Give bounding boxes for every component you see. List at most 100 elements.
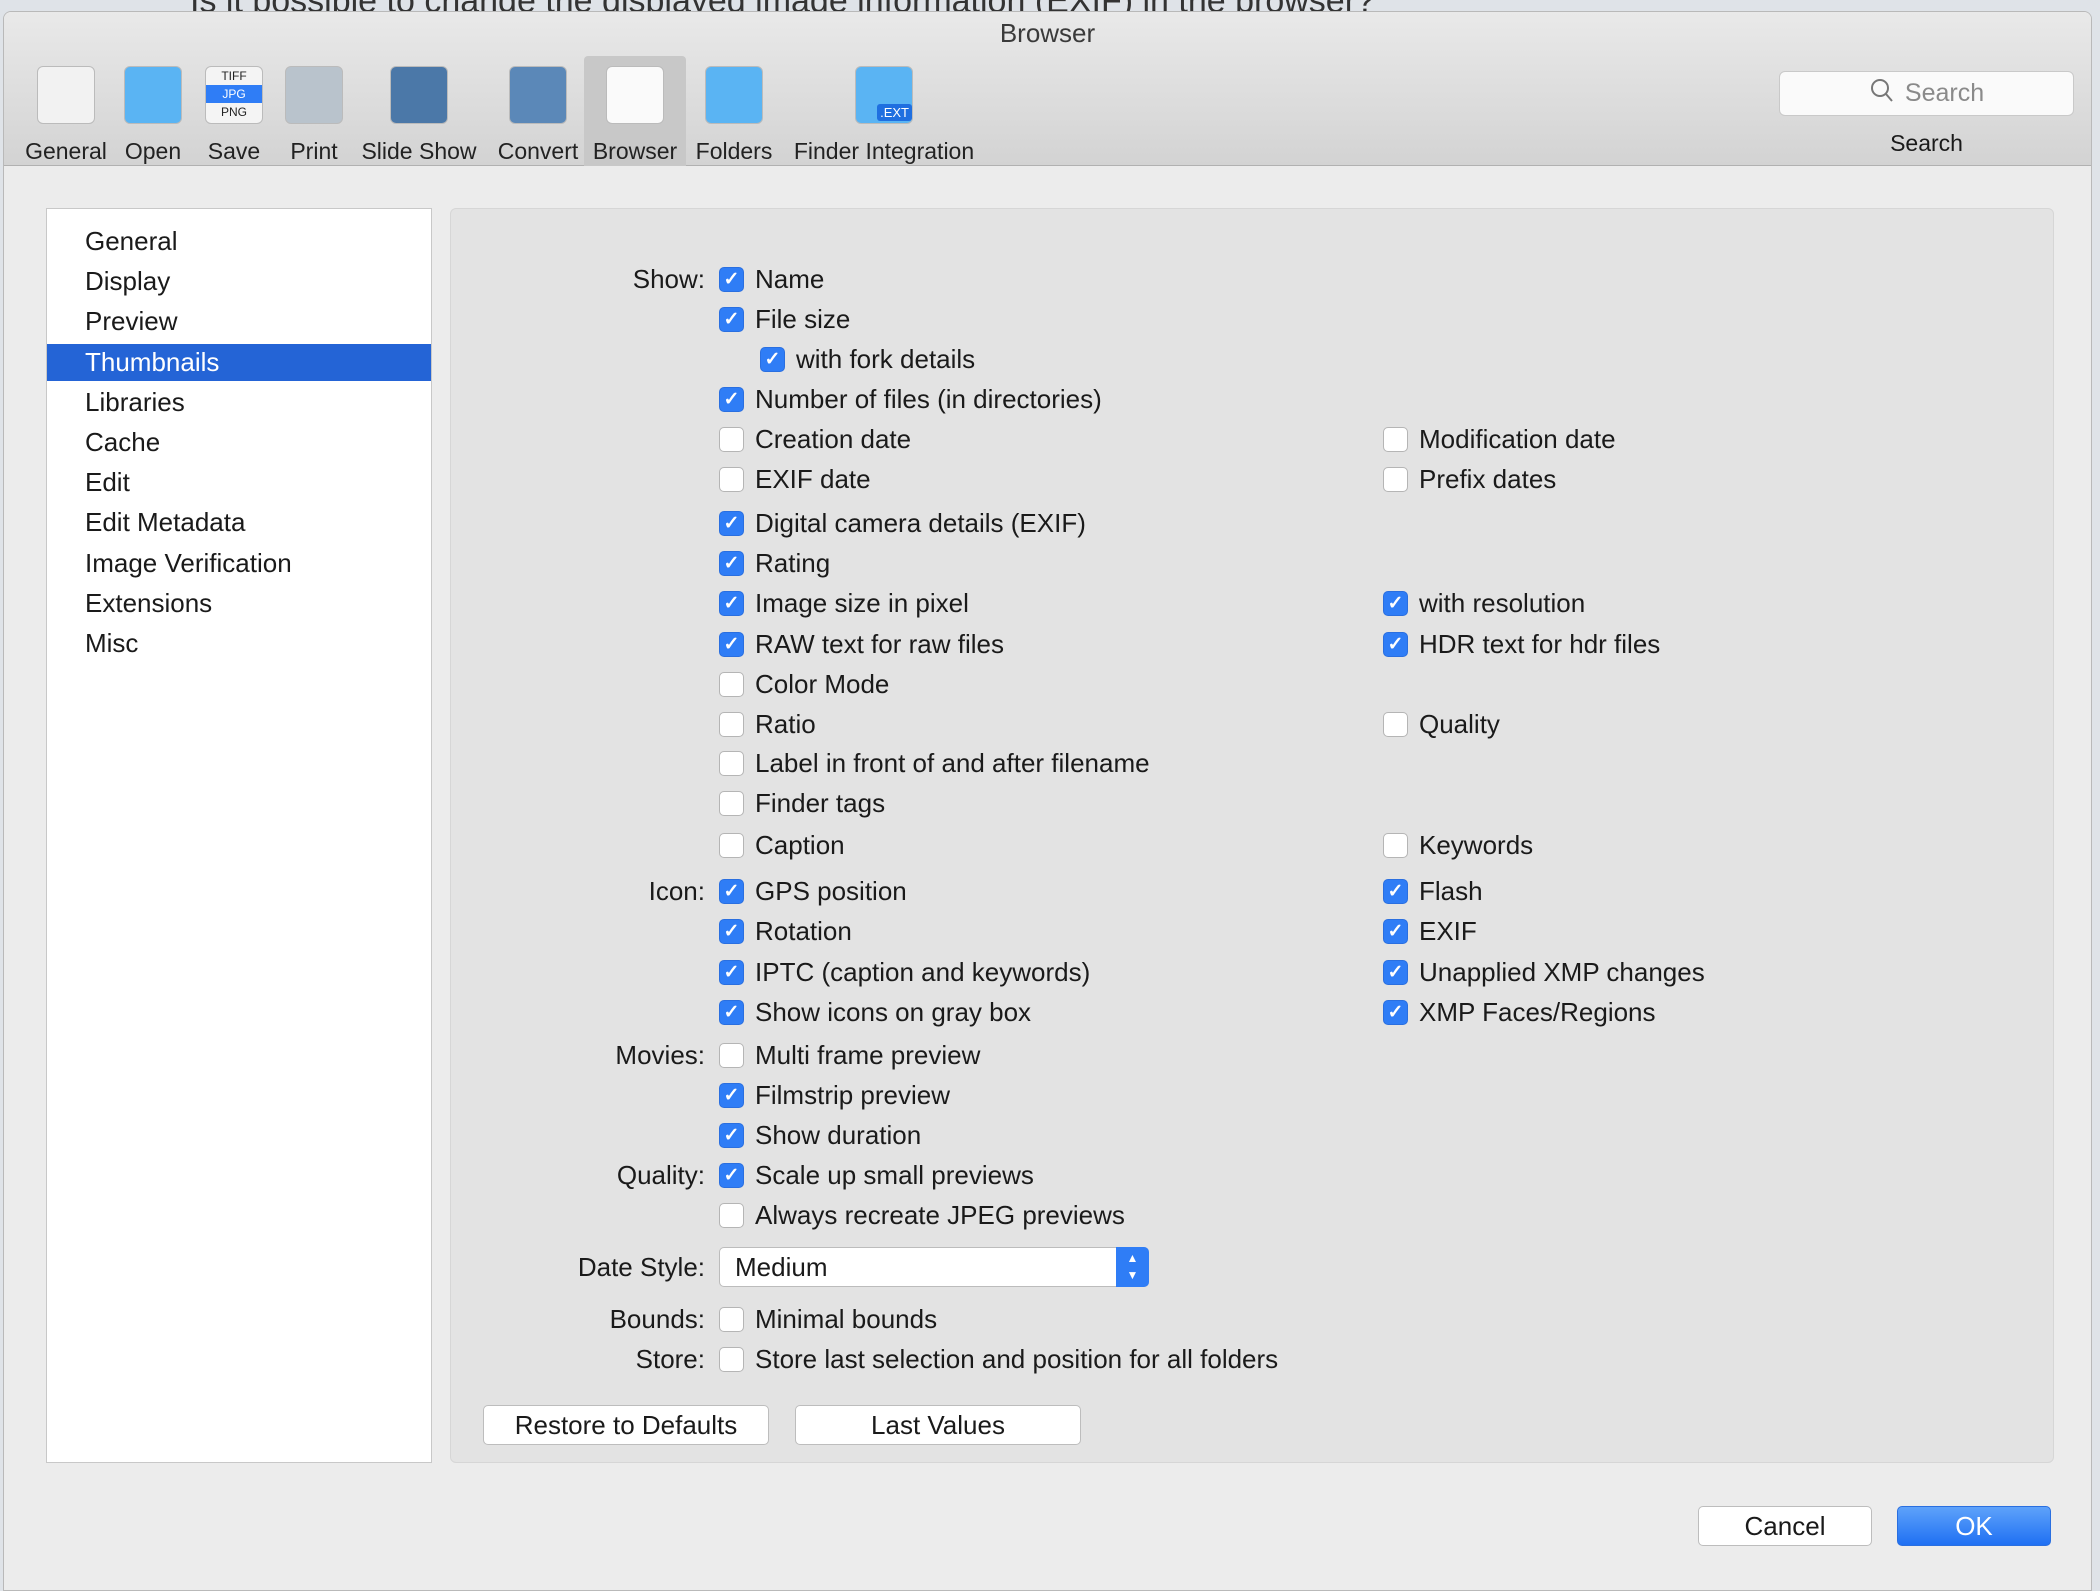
checkbox-scale-up-small-previews[interactable]: ✓ Scale up small previews bbox=[719, 1158, 1034, 1192]
sidebar-item-general[interactable]: General bbox=[47, 223, 431, 260]
checkbox-name[interactable]: ✓ Name bbox=[719, 262, 824, 296]
checkmark-icon[interactable]: ✓ bbox=[1383, 878, 1408, 904]
sidebar-item-image-verification[interactable]: Image Verification bbox=[47, 545, 431, 582]
toolbar-item-folders[interactable]: Folders bbox=[690, 56, 778, 166]
checkbox-file-size[interactable]: ✓ File size bbox=[719, 302, 850, 336]
checkbox-rotation[interactable]: ✓ Rotation bbox=[719, 914, 852, 948]
checkmark-icon[interactable]: ✓ bbox=[1383, 959, 1408, 985]
checkbox-unapplied-xmp-changes[interactable]: ✓ Unapplied XMP changes bbox=[1383, 955, 1705, 989]
sidebar-item-libraries[interactable]: Libraries bbox=[47, 384, 431, 421]
checkmark-icon[interactable]: ✓ bbox=[1383, 999, 1408, 1025]
checkbox-box[interactable] bbox=[719, 832, 744, 858]
checkbox-ratio[interactable]: Ratio bbox=[719, 707, 816, 741]
checkmark-icon[interactable]: ✓ bbox=[719, 1162, 744, 1188]
checkbox-box[interactable] bbox=[719, 426, 744, 452]
sidebar-item-display[interactable]: Display bbox=[47, 263, 431, 300]
checkbox-prefix-dates[interactable]: Prefix dates bbox=[1383, 462, 1556, 496]
checkmark-icon[interactable]: ✓ bbox=[719, 1122, 744, 1148]
sidebar-item-edit-metadata[interactable]: Edit Metadata bbox=[47, 504, 431, 541]
checkmark-icon[interactable]: ✓ bbox=[760, 346, 785, 372]
toolbar-item-open[interactable]: Open bbox=[108, 56, 198, 166]
checkbox-box[interactable] bbox=[719, 1306, 744, 1332]
toolbar-item-finder-integration[interactable]: .EXT Finder Integration bbox=[784, 56, 984, 166]
checkbox-digital-camera-details-exif-[interactable]: ✓ Digital camera details (EXIF) bbox=[719, 506, 1086, 540]
checkbox-box[interactable] bbox=[719, 711, 744, 737]
checkmark-icon[interactable]: ✓ bbox=[719, 266, 744, 292]
checkbox-with-resolution[interactable]: ✓ with resolution bbox=[1383, 586, 1585, 620]
checkbox-box[interactable] bbox=[1383, 466, 1408, 492]
checkmark-icon[interactable]: ✓ bbox=[719, 959, 744, 985]
checkmark-icon[interactable]: ✓ bbox=[719, 1082, 744, 1108]
toolbar-item-browser[interactable]: Browser bbox=[584, 56, 686, 166]
sidebar-item-misc[interactable]: Misc bbox=[47, 625, 431, 662]
sidebar-item-thumbnails[interactable]: Thumbnails bbox=[47, 343, 431, 381]
checkbox-box[interactable] bbox=[1383, 711, 1408, 737]
checkbox-exif-date[interactable]: EXIF date bbox=[719, 462, 871, 496]
sidebar-item-extensions[interactable]: Extensions bbox=[47, 585, 431, 622]
checkbox-iptc-caption-and-keywords-[interactable]: ✓ IPTC (caption and keywords) bbox=[719, 955, 1090, 989]
toolbar-item-slide-show[interactable]: Slide Show bbox=[354, 56, 484, 166]
toolbar-item-convert[interactable]: Convert bbox=[488, 56, 588, 166]
sidebar-item-preview[interactable]: Preview bbox=[47, 303, 431, 340]
checkbox-show-icons-on-gray-box[interactable]: ✓ Show icons on gray box bbox=[719, 995, 1031, 1029]
checkbox-store-last-selection-and-position-for-all-folders[interactable]: Store last selection and position for al… bbox=[719, 1342, 1278, 1376]
checkmark-icon[interactable]: ✓ bbox=[719, 306, 744, 332]
sidebar-item-cache[interactable]: Cache bbox=[47, 424, 431, 461]
toolbar-item-save[interactable]: TIFF JPG PNG Save bbox=[194, 56, 274, 166]
checkbox-gps-position[interactable]: ✓ GPS position bbox=[719, 874, 907, 908]
checkbox-box[interactable] bbox=[719, 1042, 744, 1068]
checkbox-rating[interactable]: ✓ Rating bbox=[719, 546, 830, 580]
cancel-button[interactable]: Cancel bbox=[1698, 1506, 1872, 1546]
checkbox-box[interactable] bbox=[719, 1202, 744, 1228]
last-values-button[interactable]: Last Values bbox=[795, 1405, 1081, 1445]
restore-defaults-button[interactable]: Restore to Defaults bbox=[483, 1405, 769, 1445]
toolbar-item-general[interactable]: General bbox=[16, 56, 116, 166]
toolbar-item-print[interactable]: Print bbox=[274, 56, 354, 166]
checkbox-image-size-in-pixel[interactable]: ✓ Image size in pixel bbox=[719, 586, 969, 620]
checkbox-hdr-text-for-hdr-files[interactable]: ✓ HDR text for hdr files bbox=[1383, 627, 1660, 661]
checkbox-color-mode[interactable]: Color Mode bbox=[719, 667, 889, 701]
checkbox-box[interactable] bbox=[1383, 426, 1408, 452]
checkmark-icon[interactable]: ✓ bbox=[719, 918, 744, 944]
checkmark-icon[interactable]: ✓ bbox=[719, 550, 744, 576]
checkbox-number-of-files-in-directories-[interactable]: ✓ Number of files (in directories) bbox=[719, 382, 1102, 416]
search-field[interactable]: Search bbox=[1779, 71, 2074, 116]
checkbox-with-fork-details[interactable]: ✓ with fork details bbox=[760, 342, 975, 376]
checkbox-minimal-bounds[interactable]: Minimal bounds bbox=[719, 1302, 937, 1336]
checkbox-multi-frame-preview[interactable]: Multi frame preview bbox=[719, 1038, 980, 1072]
checkbox-keywords[interactable]: Keywords bbox=[1383, 828, 1533, 862]
checkmark-icon[interactable]: ✓ bbox=[719, 878, 744, 904]
checkbox-quality[interactable]: Quality bbox=[1383, 707, 1500, 741]
checkmark-icon[interactable]: ✓ bbox=[719, 510, 744, 536]
checkbox-raw-text-for-raw-files[interactable]: ✓ RAW text for raw files bbox=[719, 627, 1004, 661]
sidebar-item-edit[interactable]: Edit bbox=[47, 464, 431, 501]
checkbox-xmp-faces-regions[interactable]: ✓ XMP Faces/Regions bbox=[1383, 995, 1656, 1029]
checkbox-box[interactable] bbox=[1383, 832, 1408, 858]
checkbox-creation-date[interactable]: Creation date bbox=[719, 422, 911, 456]
checkmark-icon[interactable]: ✓ bbox=[719, 386, 744, 412]
checkbox-label-in-front-of-and-after-filename[interactable]: Label in front of and after filename bbox=[719, 746, 1150, 780]
checkmark-icon[interactable]: ✓ bbox=[719, 631, 744, 657]
checkbox-flash[interactable]: ✓ Flash bbox=[1383, 874, 1483, 908]
group-label-quality: Quality: bbox=[616, 1160, 705, 1190]
checkbox-box[interactable] bbox=[719, 671, 744, 697]
checkbox-box[interactable] bbox=[719, 466, 744, 492]
checkmark-icon[interactable]: ✓ bbox=[719, 590, 744, 616]
date-style-select[interactable]: Medium ▲ ▼ bbox=[719, 1247, 1149, 1287]
checkbox-caption[interactable]: Caption bbox=[719, 828, 845, 862]
checkbox-box[interactable] bbox=[719, 750, 744, 776]
ok-button[interactable]: OK bbox=[1897, 1506, 2051, 1546]
checkbox-show-duration[interactable]: ✓ Show duration bbox=[719, 1118, 921, 1152]
checkmark-icon[interactable]: ✓ bbox=[719, 999, 744, 1025]
checkbox-filmstrip-preview[interactable]: ✓ Filmstrip preview bbox=[719, 1078, 950, 1112]
checkbox-box[interactable] bbox=[719, 790, 744, 816]
checkbox-exif[interactable]: ✓ EXIF bbox=[1383, 914, 1477, 948]
checkbox-always-recreate-jpeg-previews[interactable]: Always recreate JPEG previews bbox=[719, 1198, 1125, 1232]
checkmark-icon[interactable]: ✓ bbox=[1383, 918, 1408, 944]
checkbox-modification-date[interactable]: Modification date bbox=[1383, 422, 1616, 456]
checkmark-icon[interactable]: ✓ bbox=[1383, 590, 1408, 616]
checkbox-label: Prefix dates bbox=[1419, 463, 1557, 494]
checkmark-icon[interactable]: ✓ bbox=[1383, 631, 1408, 657]
checkbox-box[interactable] bbox=[719, 1346, 744, 1372]
checkbox-finder-tags[interactable]: Finder tags bbox=[719, 786, 885, 820]
